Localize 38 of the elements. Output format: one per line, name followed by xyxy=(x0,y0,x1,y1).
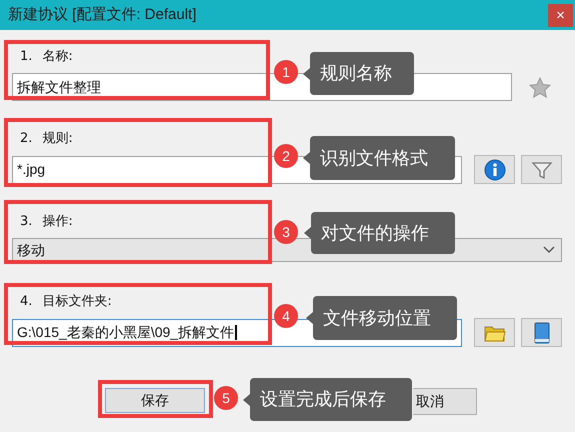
folder-icon xyxy=(484,324,506,342)
cancel-button[interactable]: 取消 xyxy=(413,388,477,415)
callout-pointer xyxy=(303,68,310,80)
field-number: 2. xyxy=(20,130,32,148)
step-badge: 1 xyxy=(274,60,298,84)
chevron-icon xyxy=(543,246,555,254)
field-number: 3. xyxy=(20,213,32,232)
callout: 识别文件格式 xyxy=(310,136,455,180)
save-button[interactable]: 保存 xyxy=(105,388,205,413)
close-button[interactable]: × xyxy=(548,4,573,26)
text-cursor xyxy=(235,325,238,340)
filter-button[interactable] xyxy=(521,155,562,184)
book-button[interactable] xyxy=(521,318,562,347)
field-number: 1. xyxy=(20,48,32,66)
field-label: 名称: xyxy=(42,48,73,66)
field-label: 操作: xyxy=(42,213,73,232)
filter-icon xyxy=(530,160,552,180)
callout: 对文件的操作 xyxy=(311,212,455,254)
callout-pointer xyxy=(304,227,311,239)
callout: 文件移动位置 xyxy=(313,296,457,340)
callout: 规则名称 xyxy=(310,52,414,95)
book-icon xyxy=(532,322,550,344)
window-title: 新建协议 [配置文件: Default] xyxy=(8,4,196,25)
callout-pointer xyxy=(243,394,250,406)
field-label: 规则: xyxy=(42,130,73,148)
callout-pointer xyxy=(306,312,313,324)
info-button[interactable] xyxy=(474,155,515,184)
info-icon xyxy=(484,158,506,180)
step-badge: 4 xyxy=(274,304,298,328)
callout-pointer xyxy=(303,152,310,164)
step-badge: 2 xyxy=(274,144,298,168)
field-number: 4. xyxy=(20,293,32,312)
step-badge: 3 xyxy=(274,220,298,244)
folder-button[interactable] xyxy=(474,318,515,347)
star-icon[interactable] xyxy=(529,76,551,98)
callout: 设置完成后保存 xyxy=(250,378,412,421)
step-badge: 5 xyxy=(214,386,238,410)
field-label: 目标文件夹: xyxy=(42,293,112,312)
